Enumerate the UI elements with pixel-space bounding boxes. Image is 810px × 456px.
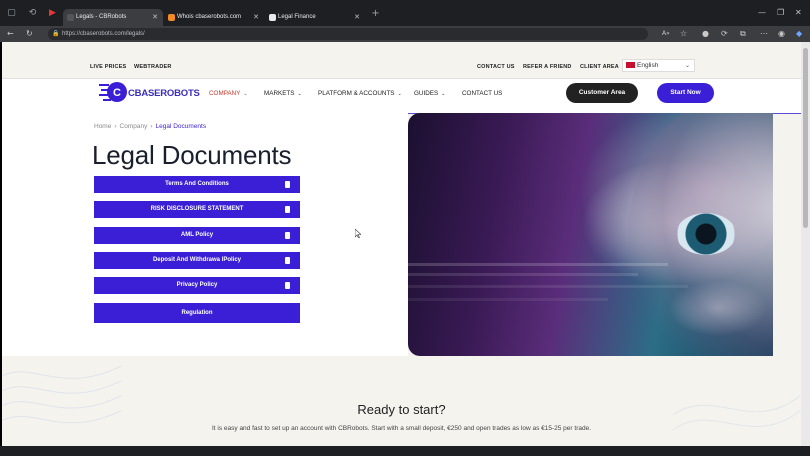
new-tab-icon[interactable]: + bbox=[370, 9, 381, 19]
uk-flag-icon bbox=[626, 62, 635, 68]
document-icon bbox=[285, 257, 290, 264]
close-tab-icon[interactable]: ✕ bbox=[253, 9, 259, 26]
risk-disclosure-button[interactable]: RISK DISCLOSURE STATEMENT bbox=[94, 201, 300, 218]
mouse-cursor-icon bbox=[355, 229, 361, 238]
document-icon bbox=[285, 206, 290, 213]
light-band bbox=[408, 273, 638, 276]
button-label: Terms And Conditions bbox=[165, 181, 229, 187]
hero-eye-image bbox=[408, 113, 773, 356]
aml-policy-button[interactable]: AML Policy bbox=[94, 227, 300, 244]
close-tab-icon[interactable]: ✕ bbox=[152, 9, 158, 26]
minimize-icon[interactable]: — bbox=[758, 8, 766, 17]
address-bar: ← ↻ 🔒 https://cbaserobots.com/legals/ A»… bbox=[0, 26, 810, 42]
favicon-icon bbox=[168, 14, 175, 21]
window-bottom-edge bbox=[0, 446, 810, 456]
tab-title: Legals - CBRobots bbox=[76, 14, 127, 20]
eye-graphic bbox=[676, 213, 736, 255]
tab-legals[interactable]: Legals - CBRobots ✕ bbox=[63, 9, 163, 26]
page-scrollbar[interactable] bbox=[801, 42, 810, 446]
collections-icon[interactable]: ⧉ bbox=[740, 29, 746, 39]
tab-whois[interactable]: Whois cbaserobots.com ✕ bbox=[164, 9, 264, 26]
light-band bbox=[408, 263, 668, 266]
deposit-withdrawal-policy-button[interactable]: Deposit And Withdrawa lPolicy bbox=[94, 252, 300, 269]
sync-icon[interactable]: ⟳ bbox=[721, 29, 728, 39]
history-icon[interactable]: ⟲ bbox=[27, 8, 38, 18]
close-tab-icon[interactable]: ✕ bbox=[354, 9, 360, 26]
button-label: Privacy Policy bbox=[176, 282, 218, 288]
breadcrumb-home[interactable]: Home bbox=[94, 123, 111, 130]
nav-label: GUIDES bbox=[414, 90, 439, 97]
chevron-down-icon: ⌄ bbox=[243, 91, 248, 97]
light-band bbox=[408, 285, 688, 288]
top-utility-bar: LIVE PRICES WEBTRADER CONTACT US REFER A… bbox=[2, 42, 801, 78]
nav-item-markets[interactable]: MARKETS ⌄ bbox=[264, 90, 302, 97]
page-title: Legal Documents bbox=[92, 140, 292, 170]
url-text: https://cbaserobots.com/legals/ bbox=[62, 31, 145, 37]
back-icon[interactable]: ← bbox=[7, 29, 14, 39]
button-label: Deposit And Withdrawa lPolicy bbox=[152, 257, 242, 263]
nav-label: PLATFORM & ACCOUNTS bbox=[318, 90, 395, 97]
refer-a-friend-link[interactable]: REFER A FRIEND bbox=[523, 64, 572, 70]
contact-us-top-link[interactable]: CONTACT US bbox=[477, 64, 515, 70]
close-window-icon[interactable]: ✕ bbox=[795, 8, 802, 17]
chevron-down-icon: ⌄ bbox=[397, 91, 402, 97]
chevron-down-icon: ⌄ bbox=[441, 91, 446, 97]
ready-subtitle: It is easy and fast to set up an account… bbox=[211, 425, 592, 432]
reload-icon[interactable]: ↻ bbox=[26, 29, 33, 39]
favorite-star-icon[interactable]: ☆ bbox=[680, 29, 687, 39]
maximize-icon[interactable]: ❐ bbox=[777, 8, 784, 17]
button-label: RISK DISCLOSURE STATEMENT bbox=[150, 206, 244, 212]
nav-item-company[interactable]: COMPANY ⌄ bbox=[209, 90, 248, 97]
logo-icon[interactable]: C bbox=[99, 80, 129, 104]
youtube-tab-icon[interactable]: ▶ bbox=[47, 8, 58, 18]
regulation-button[interactable]: Regulation bbox=[94, 303, 300, 323]
logo-text[interactable]: CBASEROBOTS bbox=[128, 88, 200, 99]
sidebar-toggle-icon[interactable]: ▢ bbox=[6, 8, 17, 18]
tab-legal-finance[interactable]: Legal Finance ✕ bbox=[265, 9, 365, 26]
webtrader-link[interactable]: WEBTRADER bbox=[134, 64, 172, 70]
nav-item-guides[interactable]: GUIDES ⌄ bbox=[414, 90, 445, 97]
lock-icon: 🔒 bbox=[52, 30, 60, 37]
language-label: English bbox=[637, 62, 659, 69]
breadcrumb-company[interactable]: Company bbox=[120, 123, 148, 130]
nav-item-contact-us[interactable]: CONTACT US bbox=[462, 90, 502, 97]
language-selector[interactable]: English ⌄ bbox=[622, 59, 695, 72]
favicon-icon bbox=[67, 14, 74, 21]
ready-title: Ready to start? bbox=[357, 402, 446, 417]
chevron-down-icon: ⌄ bbox=[297, 91, 302, 97]
document-icon bbox=[285, 282, 290, 289]
document-icon bbox=[285, 232, 290, 239]
read-aloud-icon[interactable]: A» bbox=[662, 29, 670, 39]
svg-text:C: C bbox=[113, 87, 121, 99]
breadcrumb-current: Legal Documents bbox=[155, 123, 207, 130]
extension-icon[interactable]: ● bbox=[702, 29, 709, 39]
breadcrumb: Home › Company › Legal Documents bbox=[94, 123, 207, 130]
favicon-icon bbox=[269, 14, 276, 21]
privacy-policy-button[interactable]: Privacy Policy bbox=[94, 277, 300, 294]
scrollbar-thumb[interactable] bbox=[803, 48, 808, 228]
terms-and-conditions-button[interactable]: Terms And Conditions bbox=[94, 176, 300, 193]
copilot-icon[interactable]: ◆ bbox=[796, 29, 802, 39]
nav-item-platform-accounts[interactable]: PLATFORM & ACCOUNTS ⌄ bbox=[318, 90, 402, 97]
light-band bbox=[408, 298, 608, 301]
tab-title: Legal Finance bbox=[278, 14, 316, 20]
more-icon[interactable]: ⋯ bbox=[760, 29, 768, 39]
ready-section bbox=[2, 356, 801, 446]
browser-tab-bar: ▢ ⟲ ▶ Legals - CBRobots ✕ Whois cbaserob… bbox=[0, 0, 810, 26]
document-icon bbox=[285, 181, 290, 188]
nav-label: MARKETS bbox=[264, 90, 295, 97]
client-area-link[interactable]: CLIENT AREA bbox=[580, 64, 619, 70]
customer-area-button[interactable]: Customer Area bbox=[566, 83, 638, 103]
chevron-down-icon: ⌄ bbox=[684, 62, 690, 69]
button-label: AML Policy bbox=[180, 232, 214, 238]
live-prices-link[interactable]: LIVE PRICES bbox=[90, 64, 126, 70]
nav-label: COMPANY bbox=[209, 90, 241, 97]
tab-title: Whois cbaserobots.com bbox=[177, 14, 242, 20]
button-label: Regulation bbox=[181, 310, 213, 316]
profile-avatar-icon[interactable]: ◉ bbox=[778, 29, 785, 39]
url-field[interactable]: 🔒 https://cbaserobots.com/legals/ bbox=[48, 28, 648, 40]
start-now-button[interactable]: Start Now bbox=[657, 83, 714, 103]
